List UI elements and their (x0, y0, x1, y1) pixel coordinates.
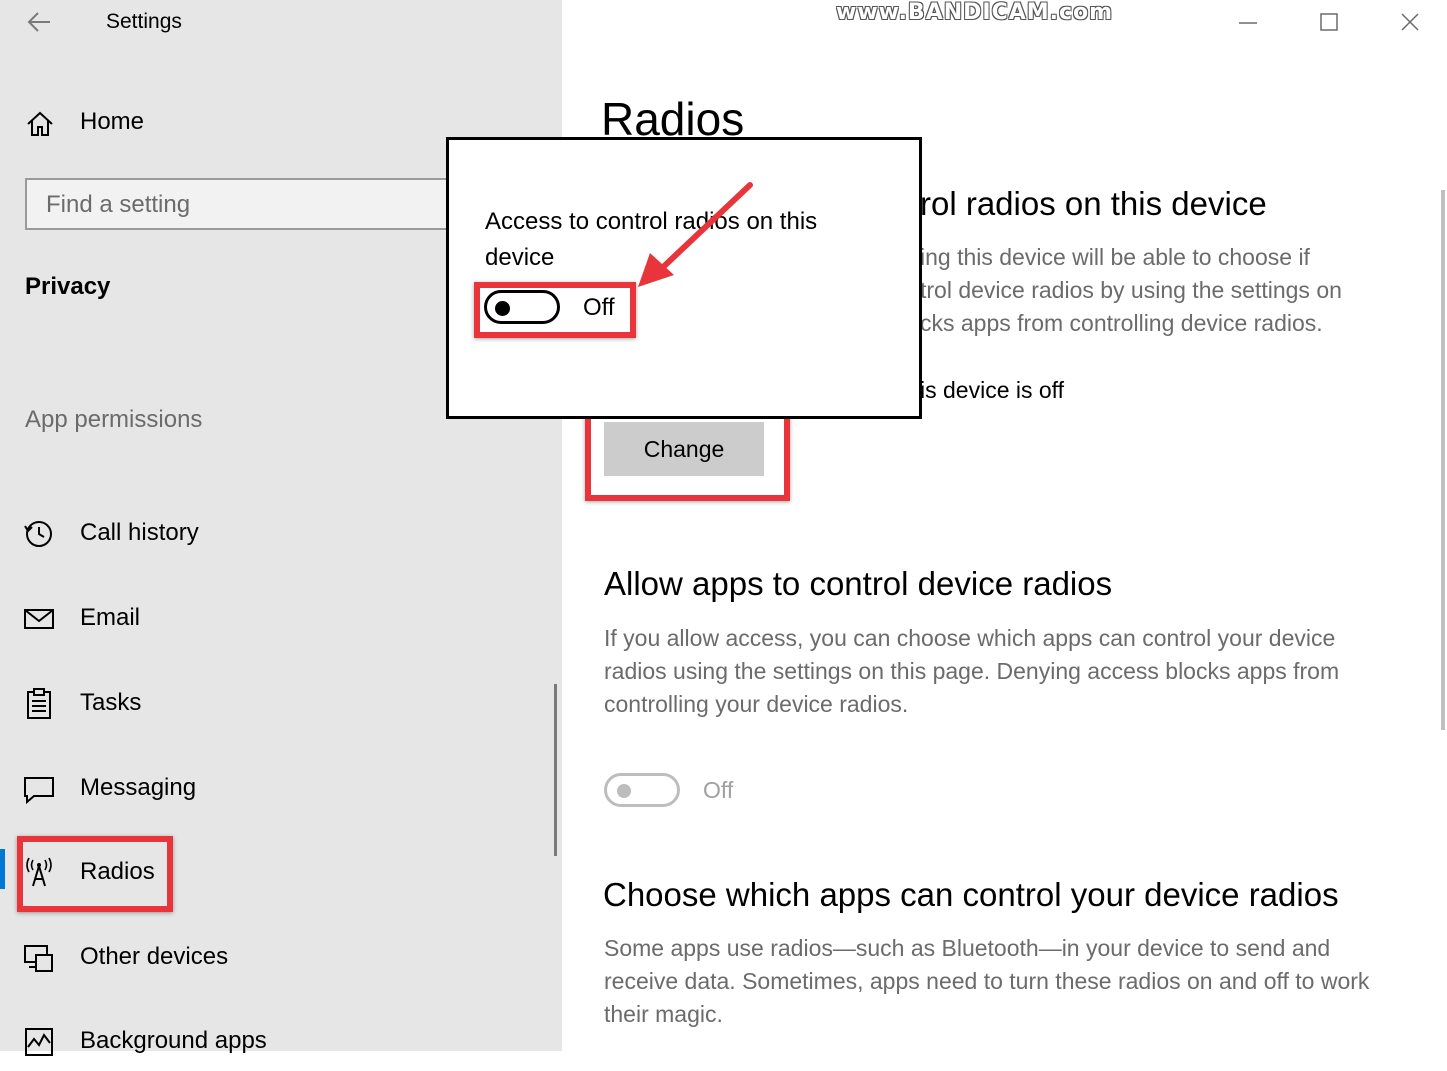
sidebar-scrollbar[interactable] (554, 684, 557, 856)
minimize-icon[interactable] (1228, 6, 1268, 38)
tasks-icon (27, 688, 51, 719)
sidebar-item-messaging[interactable]: Messaging (0, 758, 550, 818)
toggle-knob (617, 784, 631, 798)
sidebar-item-tasks[interactable]: Tasks (0, 673, 550, 733)
other-devices-icon (24, 945, 53, 972)
sidebar-item-label: Call history (80, 519, 199, 546)
device-access-heading: rol radios on this device (920, 185, 1267, 222)
home-icon (27, 111, 53, 136)
device-access-desc-line: trol device radios by using the settings… (920, 277, 1342, 303)
back-arrow-icon[interactable] (24, 8, 56, 36)
annotation-arrow-icon (638, 182, 753, 287)
group-title: App permissions (25, 406, 203, 433)
sidebar-item-email[interactable]: Email (0, 588, 550, 648)
sidebar-item-call-history[interactable]: Call history (0, 503, 550, 563)
sidebar-item-other-devices[interactable]: Other devices (0, 927, 550, 987)
messaging-icon (24, 777, 54, 805)
content-scrollbar[interactable] (1441, 190, 1445, 730)
section-title: Privacy (25, 273, 111, 300)
sidebar-item-background-apps[interactable]: Background apps (0, 1011, 550, 1071)
call-history-icon (24, 521, 52, 547)
highlight-box-radios (17, 836, 173, 912)
allow-apps-heading: Allow apps to control device radios (604, 565, 1113, 602)
device-access-status: is device is off (920, 377, 1065, 403)
email-icon (24, 609, 54, 629)
allow-apps-toggle-label: Off (703, 777, 734, 803)
search-placeholder: Find a setting (46, 191, 191, 218)
app-title: Settings (106, 10, 182, 33)
sidebar-item-label: Other devices (80, 943, 229, 970)
allow-apps-desc: If you allow access, you can choose whic… (604, 625, 1340, 717)
device-access-desc-line: cks apps from controlling device radios. (920, 310, 1323, 336)
sidebar-item-label: Email (80, 604, 141, 631)
choose-apps-desc: Some apps use radios—such as Bluetooth—i… (604, 935, 1370, 1027)
sidebar-item-label: Messaging (80, 774, 197, 801)
sidebar-item-label: Tasks (80, 689, 142, 716)
sidebar-item-label: Home (80, 108, 145, 135)
sidebar-item-home[interactable]: Home (0, 98, 440, 150)
recording-watermark: www.BANDICAM.com (836, 0, 1114, 25)
close-icon[interactable] (1390, 6, 1430, 38)
background-apps-icon (25, 1028, 53, 1056)
maximize-icon[interactable] (1309, 6, 1349, 38)
allow-apps-toggle[interactable] (604, 773, 680, 807)
device-access-desc-line: ing this device will be able to choose i… (920, 244, 1310, 270)
choose-apps-heading: Choose which apps can control your devic… (603, 876, 1339, 913)
highlight-box-toggle (474, 282, 636, 338)
search-input[interactable]: Find a setting (25, 178, 465, 230)
